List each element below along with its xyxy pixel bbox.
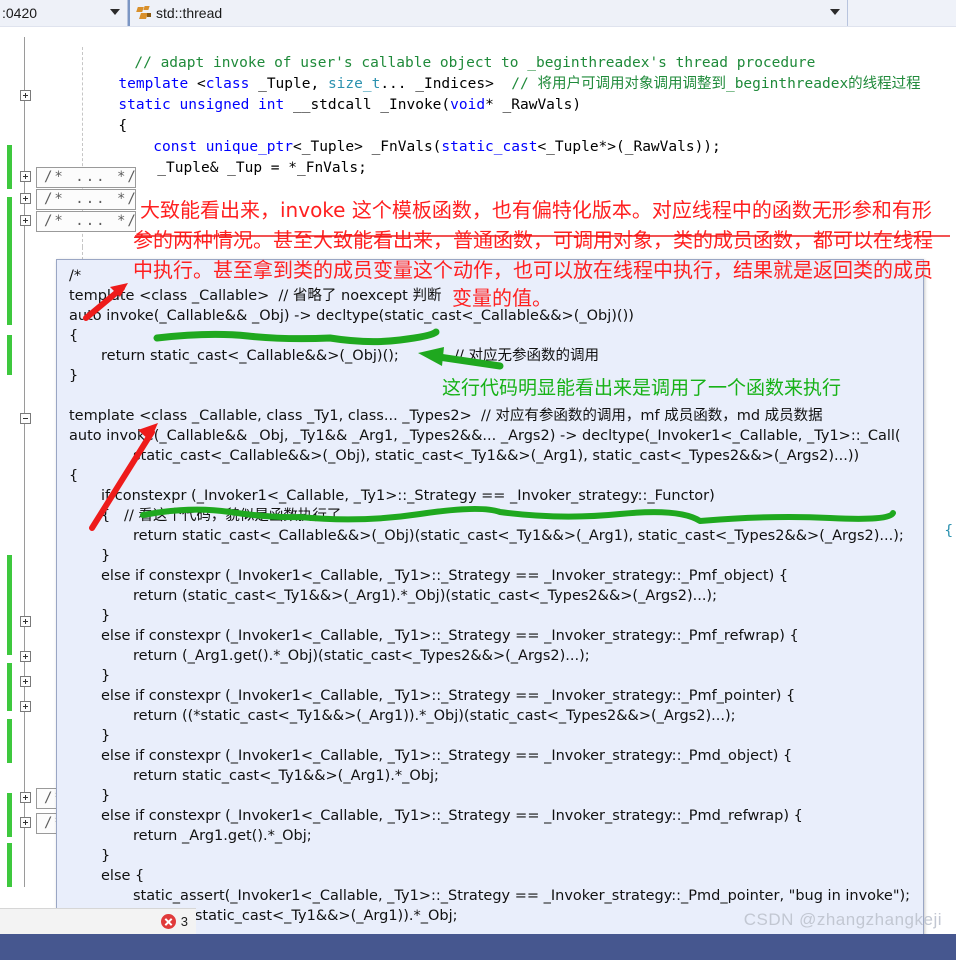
panel-code-line: return static_cast<_Callable&&>(_Obj)();… xyxy=(101,348,599,364)
panel-code-line: return (static_cast<_Ty1&&>(_Arg1).*_Obj… xyxy=(133,588,717,604)
code-token: * _RawVals) xyxy=(485,97,582,113)
code-token: __stdcall xyxy=(284,97,381,113)
panel-code-line: { xyxy=(69,328,79,344)
error-circle-icon xyxy=(160,914,176,929)
panel-code-line: { xyxy=(69,468,79,484)
change-bar xyxy=(7,719,12,763)
code-token: _Invoke xyxy=(380,97,442,113)
change-bar xyxy=(7,197,12,325)
panel-code-line: if constexpr (_Invoker1<_Callable, _Ty1>… xyxy=(101,488,715,504)
code-token: _Tuple& _Tup = *_FnVals; xyxy=(122,160,367,176)
status-bar xyxy=(0,934,956,960)
panel-code-line: } xyxy=(101,728,111,744)
panel-code-line: return ((*static_cast<_Ty1&&>(_Arg1)).*_… xyxy=(133,708,736,724)
change-bar xyxy=(7,555,12,655)
project-combo-value: :0420 xyxy=(2,5,38,21)
panel-code-line: return (_Arg1.get().*_Obj)(static_cast<_… xyxy=(133,648,590,664)
code-line: _Tuple& _Tup = *_FnVals; xyxy=(70,137,367,200)
panel-code-line: else { xyxy=(101,868,145,884)
screenshot-root: :0420 std::thread /* ... */ /* ... */ /*… xyxy=(0,0,956,960)
panel-code-lines: /* template <class _Callable> // 省略了 noex… xyxy=(57,260,925,960)
fold-expand-button[interactable] xyxy=(20,651,31,662)
code-editor[interactable]: /* ... */ /* ... */ /* ... */ /* /* // a… xyxy=(0,27,956,960)
panel-code-line: } xyxy=(69,368,79,384)
thread-namespace-icon xyxy=(136,5,152,21)
change-bar xyxy=(7,663,12,711)
red-annotation-line: 参的两种情况。甚至大致能看出来，普通函数，可调用对象，类的成员函数，都可以在线程 xyxy=(133,228,933,252)
panel-code-line: static_cast<_Callable&&>(_Obj), static_c… xyxy=(133,448,860,464)
code-token: static_cast xyxy=(441,139,538,155)
red-annotation-line: 大致能看出来，invoke 这个模板函数，也有偏特化版本。对应线程中的函数无形参… xyxy=(140,198,932,222)
code-token: ( xyxy=(441,97,451,113)
change-bar xyxy=(7,335,12,375)
panel-code-line: } xyxy=(101,848,111,864)
fold-expand-button[interactable] xyxy=(20,701,31,712)
panel-code-line: else if constexpr (_Invoker1<_Callable, … xyxy=(101,628,799,644)
fold-expand-button[interactable] xyxy=(20,616,31,627)
panel-code-line: } xyxy=(101,608,111,624)
panel-code-line: static_assert(_Invoker1<_Callable, _Ty1>… xyxy=(133,888,911,904)
panel-code-line: } xyxy=(101,788,111,804)
red-annotation-line: 变量的值。 xyxy=(452,286,552,310)
code-token: void xyxy=(450,97,486,113)
fold-expand-button[interactable] xyxy=(20,193,31,204)
fold-expand-button[interactable] xyxy=(20,171,31,182)
fold-collapse-button[interactable] xyxy=(20,413,31,424)
commented-code-panel[interactable]: /* template <class _Callable> // 省略了 noex… xyxy=(56,259,924,960)
change-bar xyxy=(7,793,12,837)
fold-expand-button[interactable] xyxy=(20,792,31,803)
collapsed-region[interactable]: /* ... */ xyxy=(36,211,136,232)
red-annotation-line: 中执行。甚至拿到类的成员变量这个动作，也可以放在线程中执行，结果就是返回类的成员 xyxy=(133,258,933,282)
panel-code-line: else if constexpr (_Invoker1<_Callable, … xyxy=(101,568,789,584)
watermark: CSDN @zhangzhangkeji xyxy=(743,910,942,929)
error-list-strip[interactable]: 3 xyxy=(0,908,196,934)
panel-code-line: template <class _Callable, class _Ty1, c… xyxy=(69,408,823,424)
fold-column-line xyxy=(24,37,25,887)
chevron-down-icon[interactable] xyxy=(110,9,120,15)
fold-expand-button[interactable] xyxy=(20,215,31,226)
green-annotation-text: 这行代码明显能看出来是调用了一个函数来执行 xyxy=(442,377,842,399)
code-token: <_Tuple*>(_RawVals)); xyxy=(537,139,721,155)
fold-expand-button[interactable] xyxy=(20,817,31,828)
panel-code-line: } xyxy=(101,668,111,684)
panel-code-line: { // 看这个代码，貌似是函数执行了 xyxy=(101,508,342,524)
fold-expand-button[interactable] xyxy=(20,676,31,687)
panel-code-line: else if constexpr (_Invoker1<_Callable, … xyxy=(101,688,796,704)
fold-expand-button[interactable] xyxy=(20,90,31,101)
change-bar xyxy=(7,145,12,189)
panel-code-line: else if constexpr (_Invoker1<_Callable, … xyxy=(101,748,793,764)
panel-code-line: /* xyxy=(69,268,82,284)
error-badge[interactable]: 3 xyxy=(160,914,188,929)
panel-code-line: return _Arg1.get().*_Obj; xyxy=(133,828,312,844)
code-token: static unsigned int xyxy=(118,97,285,113)
panel-code-line: else if constexpr (_Invoker1<_Callable, … xyxy=(101,808,803,824)
panel-code-line: return static_cast<_Ty1&&>(_Arg1).*_Obj; xyxy=(133,768,439,784)
project-combo[interactable]: :0420 xyxy=(0,0,128,26)
error-count: 3 xyxy=(180,914,188,929)
panel-code-line: return static_cast<_Callable&&>(_Obj)(st… xyxy=(133,528,904,544)
panel-code-line: template <class _Callable> // 省略了 noexce… xyxy=(69,288,442,304)
chevron-down-icon[interactable] xyxy=(830,9,840,15)
editor-navigation-bar: :0420 std::thread xyxy=(0,0,956,27)
scope-combo-value: std::thread xyxy=(156,5,223,21)
code-token: { _Invo xyxy=(944,523,954,539)
panel-code-line: auto invoke(_Callable&& _Obj, _Ty1&& _Ar… xyxy=(69,428,901,444)
member-combo[interactable] xyxy=(848,0,956,26)
scope-combo[interactable]: std::thread xyxy=(128,0,848,26)
change-bar xyxy=(7,843,12,887)
panel-code-line: } xyxy=(101,548,111,564)
